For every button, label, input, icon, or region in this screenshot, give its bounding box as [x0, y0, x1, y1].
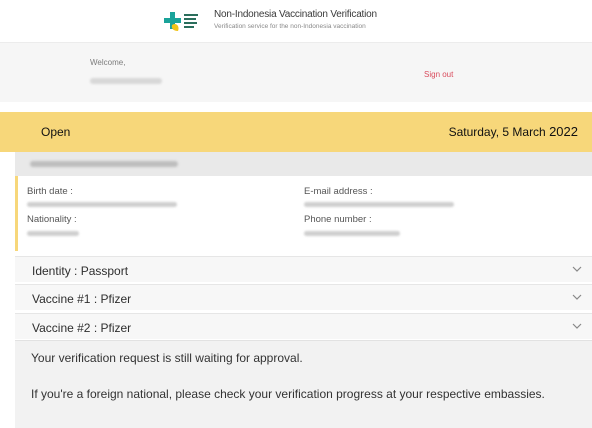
chevron-down-icon [572, 266, 582, 272]
welcome-label: Welcome, [90, 58, 126, 67]
header-text: Non-Indonesia Vaccination Verification V… [214, 9, 377, 30]
identity-accordion-label: Identity : Passport [32, 264, 129, 278]
sign-out-link[interactable]: Sign out [424, 70, 453, 79]
vaccine-2-accordion[interactable]: Vaccine #2 : Pfizer [15, 313, 592, 339]
header-subtitle: Verification service for the non-Indones… [214, 23, 366, 30]
status-label: Open [41, 125, 71, 139]
header-title: Non-Indonesia Vaccination Verification [214, 9, 377, 20]
email-value-redacted [304, 202, 454, 207]
holder-name-redacted [30, 161, 178, 167]
user-name-redacted [90, 78, 162, 84]
vaccine-1-accordion-label: Vaccine #1 : Pfizer [32, 292, 132, 306]
phone-value-redacted [304, 231, 400, 236]
personal-details-panel: Birth date : Nationality : E-mail addres… [15, 176, 592, 251]
phone-label: Phone number : [304, 214, 372, 225]
welcome-bar: Welcome, Sign out [0, 42, 592, 102]
status-date: Saturday, 5 March 2022 [449, 124, 578, 139]
waiting-approval-message: Your verification request is still waiti… [31, 351, 303, 365]
site-header: Non-Indonesia Vaccination Verification V… [0, 0, 592, 42]
status-banner: Open Saturday, 5 March 2022 [0, 112, 592, 152]
holder-name-bar [15, 152, 592, 176]
nationality-value-redacted [27, 231, 79, 236]
identity-accordion[interactable]: Identity : Passport [15, 256, 592, 282]
nationality-label: Nationality : [27, 214, 77, 225]
vaccine-1-accordion[interactable]: Vaccine #1 : Pfizer [15, 284, 592, 310]
chevron-down-icon [572, 294, 582, 300]
kemenkes-logo-icon [164, 12, 198, 31]
foreign-national-message: If you're a foreign national, please che… [31, 387, 545, 401]
verification-message-box: Your verification request is still waiti… [15, 340, 592, 428]
birth-date-value-redacted [27, 202, 177, 207]
birth-date-label: Birth date : [27, 186, 73, 197]
vaccine-2-accordion-label: Vaccine #2 : Pfizer [32, 321, 132, 335]
email-label: E-mail address : [304, 186, 373, 197]
status-year: 2022 [549, 124, 578, 139]
status-date-text: Saturday, 5 March [448, 125, 550, 139]
chevron-down-icon [572, 323, 582, 329]
